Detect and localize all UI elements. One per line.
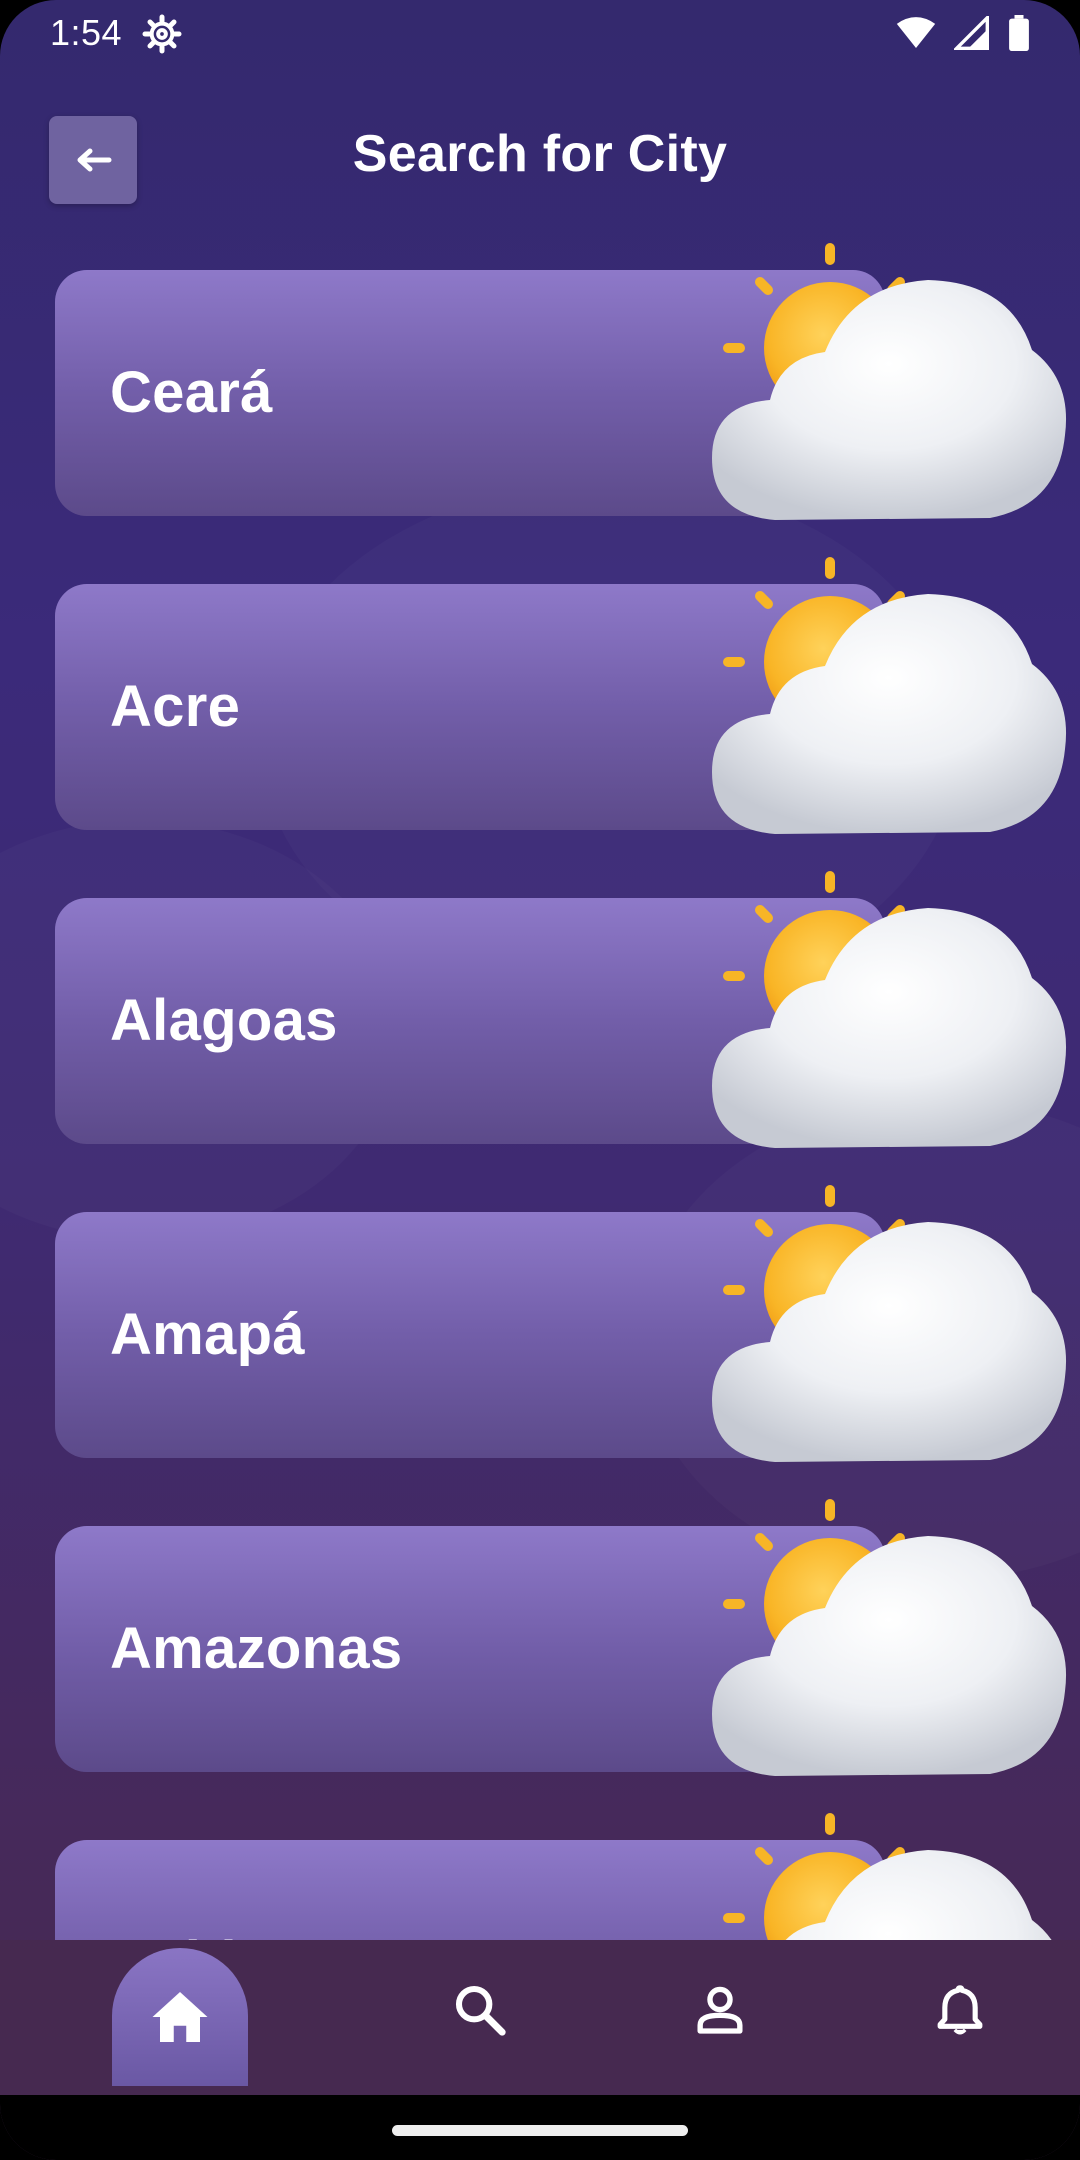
city-name: Ceará bbox=[110, 360, 273, 425]
settings-gear-icon bbox=[142, 14, 182, 54]
gesture-navigation-bar bbox=[0, 2095, 1080, 2160]
city-name: Alagoas bbox=[110, 988, 338, 1053]
bell-icon bbox=[937, 1985, 983, 2035]
city-card[interactable]: Ceará bbox=[55, 243, 1080, 520]
status-icons bbox=[896, 15, 1030, 51]
partly-cloudy-icon bbox=[712, 243, 1067, 520]
home-gesture-handle[interactable] bbox=[392, 2125, 688, 2136]
nav-notifications-tab[interactable] bbox=[890, 1940, 1030, 2080]
nav-profile-tab[interactable] bbox=[650, 1940, 790, 2080]
wifi-icon bbox=[896, 17, 936, 48]
partly-cloudy-icon bbox=[712, 557, 1067, 834]
profile-icon bbox=[697, 1986, 743, 2034]
partly-cloudy-icon bbox=[712, 871, 1067, 1148]
city-card[interactable]: Amazonas bbox=[55, 1499, 1080, 1776]
status-time: 1:54 bbox=[50, 12, 123, 53]
nav-home-tab[interactable] bbox=[112, 1948, 248, 2086]
partly-cloudy-icon bbox=[723, 1813, 1052, 1940]
city-card[interactable]: Bahia bbox=[55, 1813, 1080, 1940]
search-icon bbox=[455, 1985, 506, 2036]
nav-search-tab[interactable] bbox=[410, 1940, 550, 2080]
battery-icon bbox=[1009, 15, 1029, 51]
partly-cloudy-icon bbox=[712, 1499, 1067, 1776]
partly-cloudy-icon bbox=[712, 1185, 1067, 1462]
status-bar: 1:54 bbox=[0, 0, 1080, 70]
city-name: Bahia bbox=[110, 1840, 269, 1940]
city-card[interactable]: Amapá bbox=[55, 1185, 1080, 1462]
city-name: Amazonas bbox=[110, 1616, 403, 1681]
city-card[interactable]: Alagoas bbox=[55, 871, 1080, 1148]
city-list[interactable]: Ceará Acre Alagoas Amapá Amazonas bbox=[0, 230, 1080, 1940]
city-name: Acre bbox=[110, 674, 241, 739]
city-name: Amapá bbox=[110, 1302, 305, 1367]
app-screen: 1:54 Search for City Ceará Acre Alagoas … bbox=[0, 0, 1080, 2160]
home-icon bbox=[152, 1992, 208, 2042]
page-title: Search for City bbox=[352, 125, 728, 183]
bottom-navigation bbox=[0, 1940, 1080, 2095]
city-card[interactable]: Acre bbox=[55, 557, 1080, 834]
cellular-signal-icon bbox=[954, 16, 989, 50]
